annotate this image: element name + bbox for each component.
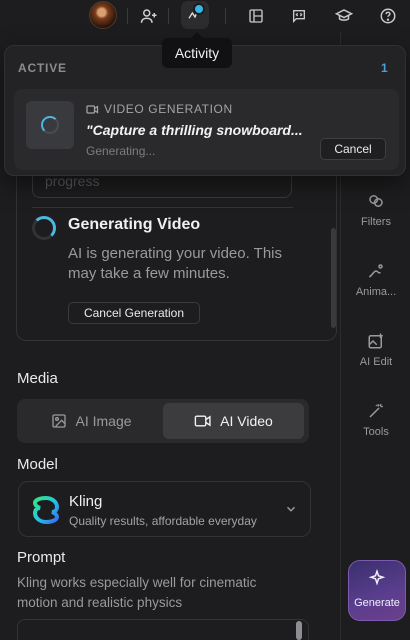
activity-job-item[interactable]: VIDEO GENERATION "Capture a thrilling sn… xyxy=(14,89,399,170)
activity-section-header: ACTIVE xyxy=(18,61,67,75)
layout-icon[interactable] xyxy=(243,3,269,29)
filters-icon xyxy=(369,195,383,207)
divider xyxy=(32,207,293,208)
help-icon[interactable] xyxy=(375,3,401,29)
sidebar-item-label: Tools xyxy=(363,426,389,438)
prompt-input[interactable] xyxy=(17,619,309,640)
media-option-label: AI Video xyxy=(220,413,273,429)
image-icon xyxy=(52,414,67,428)
cancel-generation-button[interactable]: Cancel Generation xyxy=(68,302,200,324)
animate-icon xyxy=(368,264,383,278)
chevron-down-icon xyxy=(286,506,296,512)
sidebar-item-tools[interactable]: Tools xyxy=(341,402,410,438)
active-count-badge: 1 xyxy=(381,61,388,75)
video-icon xyxy=(194,415,211,427)
sidebar-item-filters[interactable]: Filters xyxy=(341,192,410,228)
media-label: Media xyxy=(17,370,58,387)
job-type: VIDEO GENERATION xyxy=(86,102,233,116)
prompt-scrollbar[interactable] xyxy=(296,621,302,640)
ai-edit-icon xyxy=(368,333,383,349)
add-user-icon[interactable] xyxy=(136,3,162,29)
activity-indicator-dot xyxy=(193,3,205,15)
model-label: Model xyxy=(17,456,58,473)
media-option-label: AI Image xyxy=(75,413,132,429)
sparkle-icon xyxy=(368,569,386,586)
avatar[interactable] xyxy=(89,1,117,29)
sidebar-item-label: AI Edit xyxy=(359,356,393,368)
tools-icon xyxy=(369,403,383,418)
model-name: Kling xyxy=(69,493,103,510)
media-option-ai-video[interactable]: AI Video xyxy=(163,403,304,439)
sidebar-item-animate[interactable]: Anima... xyxy=(341,262,410,298)
job-type-label: VIDEO GENERATION xyxy=(104,102,233,116)
job-status: Generating... xyxy=(86,144,156,158)
cancel-job-button[interactable]: Cancel xyxy=(320,138,386,160)
generate-button[interactable]: Generate xyxy=(348,560,406,621)
learn-icon[interactable] xyxy=(331,3,357,29)
model-subtitle: Quality results, affordable everyday xyxy=(69,514,257,528)
job-thumbnail xyxy=(26,101,74,149)
code-chat-icon[interactable] xyxy=(286,3,312,29)
job-prompt: "Capture a thrilling snowboard... xyxy=(86,122,303,138)
generation-description: AI is generating your video. This may ta… xyxy=(68,245,283,282)
generate-label: Generate xyxy=(354,597,400,609)
divider xyxy=(225,8,226,24)
prompt-description: Kling works especially well for cinemati… xyxy=(17,575,257,610)
prompt-label: Prompt xyxy=(17,549,66,566)
model-select[interactable]: Kling Quality results, affordable everyd… xyxy=(18,481,311,537)
sidebar-item-label: Anima... xyxy=(355,286,397,298)
media-option-ai-image[interactable]: AI Image xyxy=(21,403,162,439)
sidebar-item-label: Filters xyxy=(361,216,391,228)
media-toggle: AI Image AI Video xyxy=(17,399,309,443)
loading-spinner-icon xyxy=(32,216,56,240)
divider xyxy=(127,8,128,24)
sidebar-item-ai-edit[interactable]: AI Edit xyxy=(341,332,410,368)
top-bar xyxy=(0,0,410,32)
kling-logo-icon xyxy=(32,496,60,524)
activity-tooltip: Activity xyxy=(162,32,232,68)
generation-title: Generating Video xyxy=(68,216,201,233)
video-icon xyxy=(86,104,99,114)
divider xyxy=(168,8,169,24)
loading-spinner-icon xyxy=(41,116,59,134)
